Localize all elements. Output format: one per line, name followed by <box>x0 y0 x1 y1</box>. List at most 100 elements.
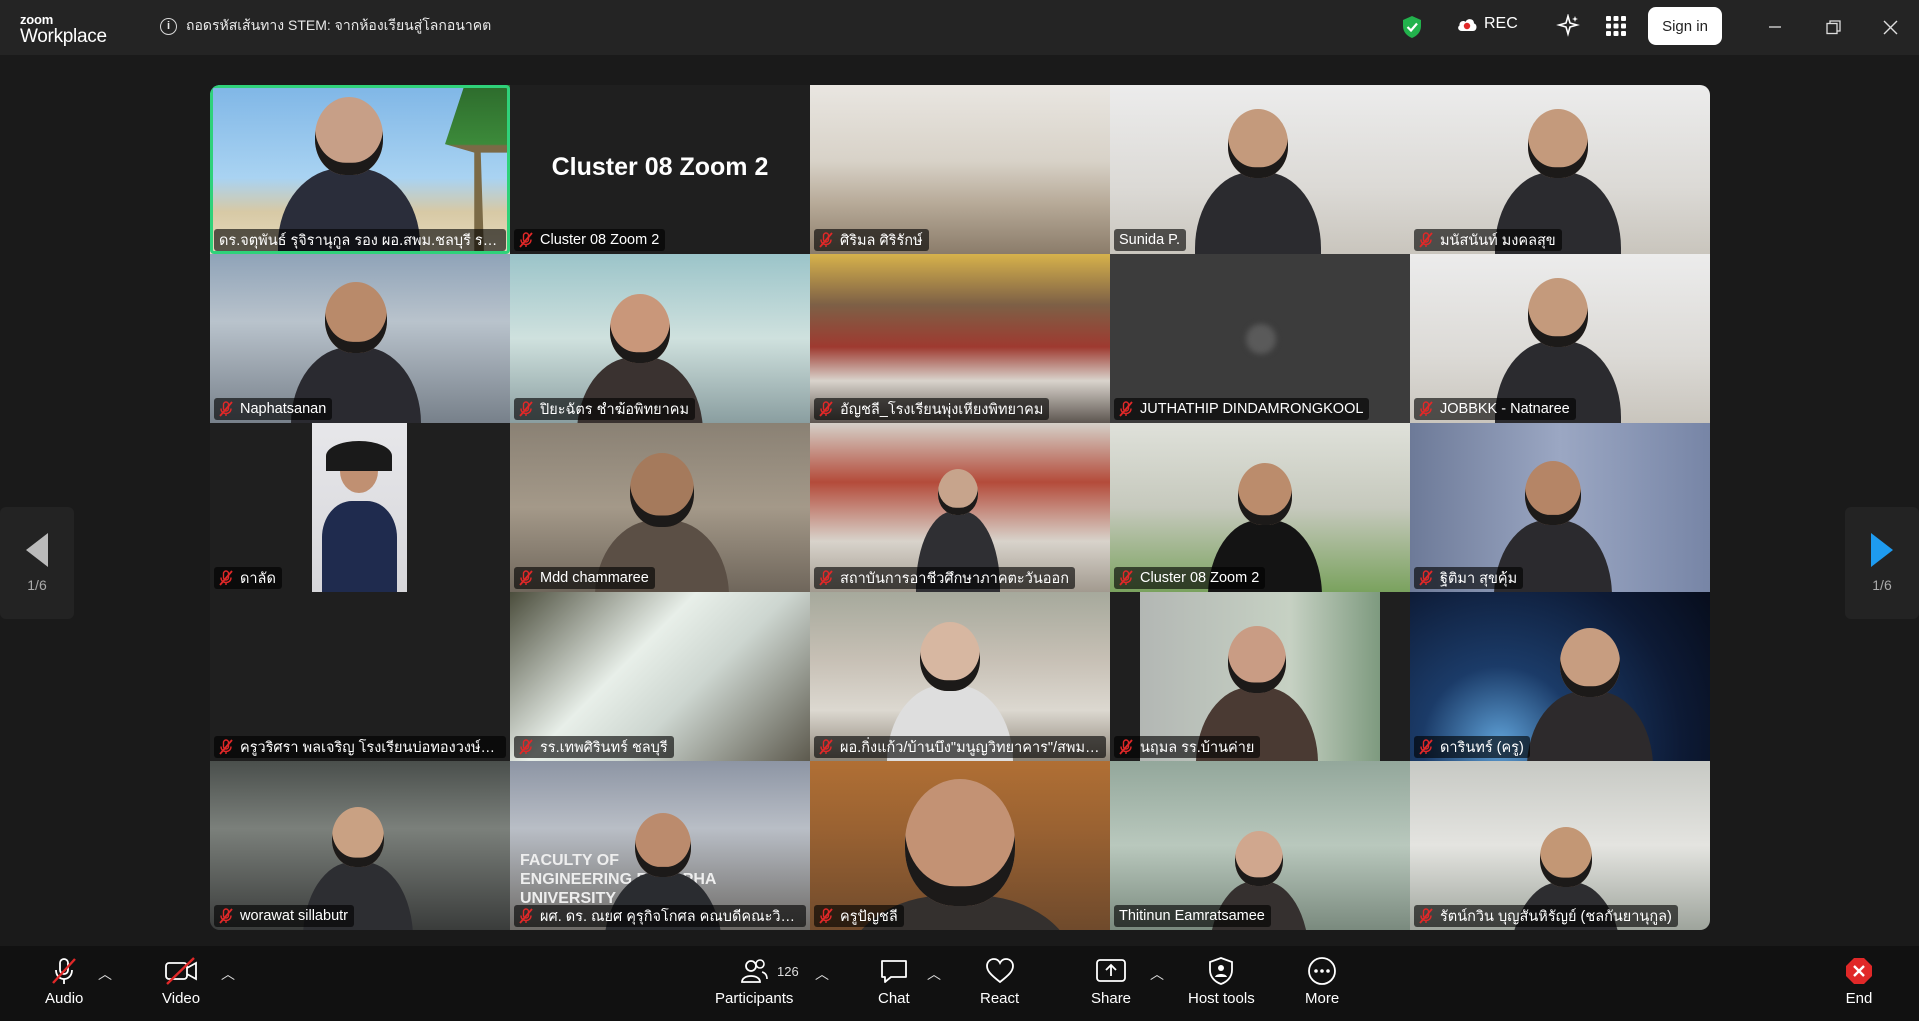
sign-in-button[interactable]: Sign in <box>1648 7 1722 45</box>
mic-muted-icon <box>219 570 233 586</box>
share-button[interactable]: Share <box>1091 956 1131 1007</box>
chat-label: Chat <box>878 990 910 1007</box>
video-stage: 1/6 1/6 ดร.จตุพันธ์ รุจิรานุกูล รอง ผอ.ส… <box>0 55 1919 946</box>
participant-name: Cluster 08 Zoom 2 <box>1140 570 1260 586</box>
participant-tile[interactable]: ศิริมล ศิริรักษ์ <box>810 85 1110 254</box>
participant-tile[interactable]: อัญชลี_โรงเรียนพุ่งเหียงพิทยาคม <box>810 254 1110 423</box>
participant-face <box>1528 278 1588 347</box>
participant-face <box>1235 831 1283 887</box>
participant-face <box>1228 626 1286 693</box>
participant-face <box>1540 827 1592 887</box>
video-options-caret-icon[interactable]: ︿ <box>221 964 235 984</box>
mic-muted-icon <box>519 232 533 248</box>
mic-muted-icon <box>819 570 833 586</box>
participant-tile[interactable]: ดาลัด <box>210 423 510 592</box>
participant-name-tag: ปิยะฉัตร ชำฆ้อพิทยาคม <box>514 398 696 420</box>
video-button[interactable]: Video <box>162 956 200 1007</box>
participants-options-caret-icon[interactable]: ︿ <box>815 964 829 984</box>
participant-tile[interactable]: ผอ.กิ่งแก้ว/บ้านบึง"มนูญวิทยาคาร"/สพม.ช.… <box>810 592 1110 761</box>
participant-tile[interactable]: JUTHATHIP DINDAMRONGKOOL <box>1110 254 1410 423</box>
prev-page-button[interactable]: 1/6 <box>0 507 74 619</box>
gallery-grid: ดร.จตุพันธ์ รุจิรานุกูล รอง ผอ.สพม.ชลบุร… <box>210 85 1710 930</box>
participant-face <box>325 282 387 354</box>
participants-label: Participants <box>715 990 794 1007</box>
audio-options-caret-icon[interactable]: ︿ <box>98 964 112 984</box>
participant-tile[interactable]: Mdd chammaree <box>510 423 810 592</box>
participant-tile[interactable]: ครูปัญชลี <box>810 761 1110 930</box>
profile-photo <box>312 423 407 592</box>
participant-name-tag: รร.เทพศิรินทร์ ชลบุรี <box>514 736 674 758</box>
participant-tile[interactable]: สถาบันการอาชีวศึกษาภาคตะวันออก <box>810 423 1110 592</box>
ai-companion-icon[interactable] <box>1556 14 1580 38</box>
participant-name: รัตน์กวิน บุญสันหิรัญย์ (ชลกันยานุกูล) <box>1440 908 1672 925</box>
participant-tile[interactable]: Cluster 08 Zoom 2 <box>1110 423 1410 592</box>
participant-face <box>1560 628 1620 697</box>
participant-name: นฤมล รร.บ้านค่าย <box>1140 739 1255 756</box>
participant-tile[interactable]: Sunida P. <box>1110 85 1410 254</box>
participant-name: รร.เทพศิรินทร์ ชลบุรี <box>540 739 668 756</box>
participant-face <box>610 294 670 363</box>
react-button[interactable]: React <box>980 956 1019 1007</box>
participant-name-tag: ฐิติมา สุขคุ้ม <box>1414 567 1524 589</box>
mic-muted-icon <box>1419 739 1433 755</box>
participant-tile[interactable]: ดร.จตุพันธ์ รุจิรานุกูล รอง ผอ.สพม.ชลบุร… <box>210 85 510 254</box>
share-options-caret-icon[interactable]: ︿ <box>1150 964 1164 984</box>
encryption-shield-icon[interactable] <box>1401 15 1423 39</box>
mic-muted-icon <box>819 232 833 248</box>
participant-name-tag: รัตน์กวิน บุญสันหิรัญย์ (ชลกันยานุกูล) <box>1414 905 1678 927</box>
mic-muted-icon <box>819 908 833 924</box>
more-button[interactable]: More <box>1305 956 1339 1007</box>
participant-name: ครูวริศรา พลเจริญ โรงเรียนบ่อทองวงษ์จันท… <box>240 739 500 756</box>
participant-tile[interactable]: รร.เทพศิรินทร์ ชลบุรี <box>510 592 810 761</box>
audio-button[interactable]: Audio <box>45 956 83 1007</box>
participant-name-tag: ดร.จตุพันธ์ รุจิรานุกูล รอง ผอ.สพม.ชลบุร… <box>214 229 506 251</box>
participant-face <box>905 779 1015 906</box>
participant-tile[interactable]: worawat sillabutr <box>210 761 510 930</box>
apps-grid-icon[interactable] <box>1606 16 1626 36</box>
participant-name-tag: ดาลัด <box>214 567 282 589</box>
title-bar: zoom Workplace i ถอดรหัสเส้นทาง STEM: จา… <box>0 0 1919 55</box>
participant-name-tag: worawat sillabutr <box>214 905 354 927</box>
participant-name: ฐิติมา สุขคุ้ม <box>1440 570 1518 587</box>
restore-icon[interactable] <box>1822 16 1844 38</box>
chat-icon <box>880 960 907 983</box>
participant-name: อัญชลี_โรงเรียนพุ่งเหียงพิทยาคม <box>840 401 1044 418</box>
page-indicator-left: 1/6 <box>27 577 47 593</box>
participant-tile[interactable]: FACULTY OF ENGINEERING BURAPHA UNIVERSIT… <box>510 761 810 930</box>
info-icon[interactable]: i <box>160 17 177 35</box>
participant-tile[interactable]: ปิยะฉัตร ชำฆ้อพิทยาคม <box>510 254 810 423</box>
participant-tile[interactable]: Cluster 08 Zoom 2 Cluster 08 Zoom 2 <box>510 85 810 254</box>
participant-name-tag: ผอ.กิ่งแก้ว/บ้านบึง"มนูญวิทยาคาร"/สพม.ช.… <box>814 736 1106 758</box>
participant-tile[interactable]: Thitinun Eamratsamee <box>1110 761 1410 930</box>
audio-label: Audio <box>45 990 84 1007</box>
participant-tile[interactable]: มนัสนันท์ มงคลสุข <box>1410 85 1710 254</box>
participant-tile[interactable]: ดารินทร์ (ครู) <box>1410 592 1710 761</box>
participant-tile[interactable]: นฤมล รร.บ้านค่าย <box>1110 592 1410 761</box>
minimize-icon[interactable] <box>1764 16 1786 38</box>
rec-label: REC <box>1484 15 1518 32</box>
next-page-button[interactable]: 1/6 <box>1845 507 1919 619</box>
participant-name: ผศ. ดร. ณยศ คุรุกิจโกศล คณบดีคณะวิศวก... <box>540 908 800 925</box>
meeting-title-area[interactable]: i ถอดรหัสเส้นทาง STEM: จากห้องเรียนสู่โล… <box>160 15 491 37</box>
chat-button[interactable]: Chat <box>878 956 910 1007</box>
participant-face <box>920 622 980 691</box>
participant-tile[interactable]: ฐิติมา สุขคุ้ม <box>1410 423 1710 592</box>
recording-indicator[interactable]: REC <box>1456 15 1518 33</box>
participant-tile[interactable]: รัตน์กวิน บุญสันหิรัญย์ (ชลกันยานุกูล) <box>1410 761 1710 930</box>
participant-tile[interactable]: JOBBKK - Natnaree <box>1410 254 1710 423</box>
end-meeting-button[interactable]: End <box>1844 956 1874 1007</box>
participant-name-tag: Thitinun Eamratsamee <box>1114 905 1271 927</box>
participant-tile[interactable]: Naphatsanan <box>210 254 510 423</box>
participant-name: worawat sillabutr <box>240 908 348 924</box>
shield-icon <box>1209 957 1234 985</box>
close-icon[interactable] <box>1879 16 1901 38</box>
participant-name: ดาลัด <box>240 570 276 587</box>
video-off-icon <box>165 957 197 985</box>
share-label: Share <box>1091 990 1132 1007</box>
host-tools-button[interactable]: Host tools <box>1188 956 1255 1007</box>
participant-name-tag: มนัสนันท์ มงคลสุข <box>1414 229 1562 251</box>
participant-tile[interactable]: ครูวริศรา พลเจริญ โรงเรียนบ่อทองวงษ์จันท… <box>210 592 510 761</box>
participant-display-name: Cluster 08 Zoom 2 <box>551 153 769 181</box>
chat-options-caret-icon[interactable]: ︿ <box>927 964 941 984</box>
participant-name-tag: Naphatsanan <box>214 398 333 420</box>
